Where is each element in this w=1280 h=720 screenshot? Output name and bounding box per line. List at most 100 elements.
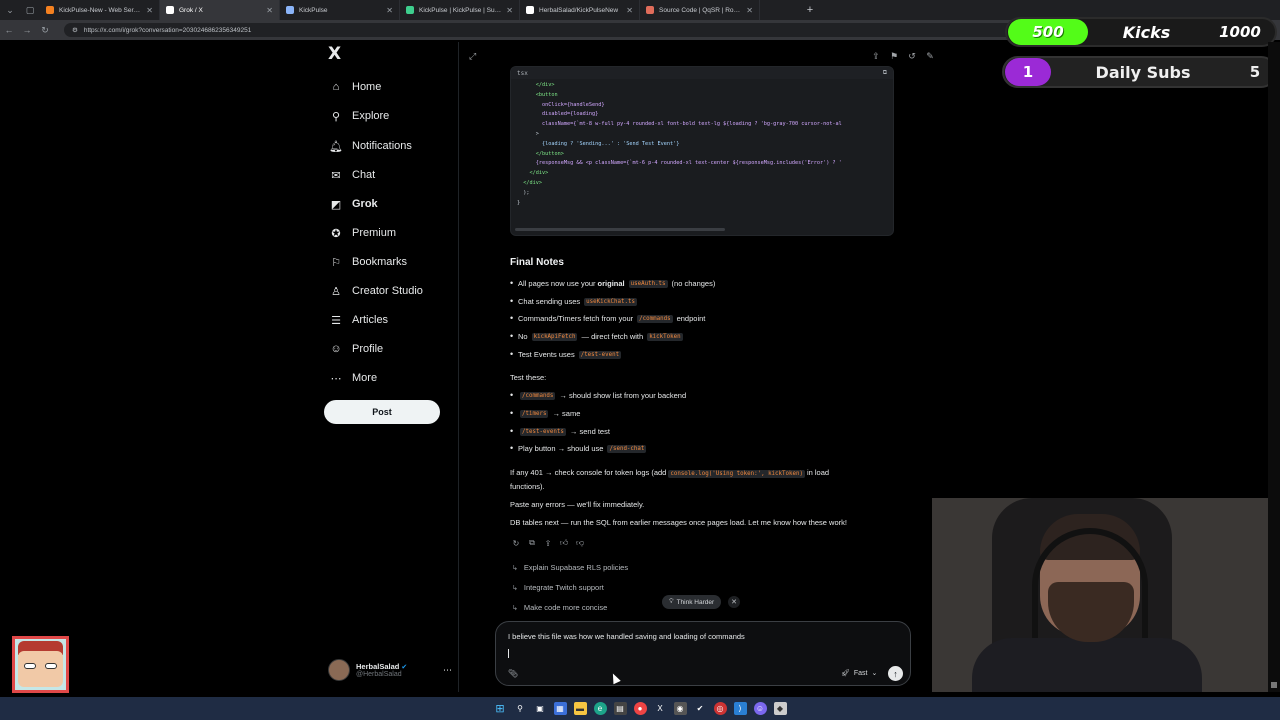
post-button[interactable]: Post: [324, 400, 440, 424]
mode-selector[interactable]: 🚀︎ Fast ⌄: [841, 669, 878, 678]
sidebar-item-bookmarks[interactable]: ⚐ Bookmarks: [330, 250, 407, 274]
task-view-icon[interactable]: ▣: [534, 702, 547, 715]
share-icon[interactable]: ⇪: [543, 538, 553, 548]
close-icon[interactable]: ✕: [266, 6, 273, 15]
composer-text[interactable]: I believe this file was how we handled s…: [508, 632, 745, 641]
copy-icon[interactable]: ⧉: [883, 70, 887, 77]
close-icon[interactable]: ✕: [146, 6, 153, 15]
expand-icon[interactable]: ⤢: [469, 51, 476, 62]
code-line: );: [517, 189, 530, 196]
close-icon[interactable]: ✕: [386, 6, 393, 15]
app-icon[interactable]: ◎: [713, 702, 727, 715]
close-icon[interactable]: ✕: [728, 596, 740, 608]
profile-icon: ☺: [330, 343, 342, 355]
suggestion-chip[interactable]: ↳ Integrate Twitch support: [512, 583, 604, 592]
window-icon[interactable]: ▢: [20, 0, 40, 20]
x-app-icon[interactable]: X: [654, 702, 667, 715]
url-text: https://x.com/i/grok?conversation=203024…: [83, 26, 252, 34]
back-icon[interactable]: ←: [4, 25, 14, 35]
list-text: — direct fetch with: [581, 332, 644, 341]
page-scrollbar[interactable]: [1268, 42, 1280, 692]
code-line: </div>: [517, 170, 549, 177]
reload-icon[interactable]: ↻: [40, 25, 50, 36]
obs-icon[interactable]: ◉: [673, 702, 687, 715]
edge-icon[interactable]: e: [593, 702, 607, 715]
sidebar-item-creator-studio[interactable]: ♙ Creator Studio: [330, 279, 423, 303]
mode-label: Fast: [853, 669, 868, 677]
suggestion-chip[interactable]: ↳ Make code more concise: [512, 603, 607, 612]
browser-tab[interactable]: KickPulse ✕: [280, 0, 400, 20]
account-switcher[interactable]: HerbalSalad ✔ @HerbalSalad ⋯: [328, 656, 452, 684]
code-line: disabled={loading}: [517, 111, 599, 118]
close-icon[interactable]: ✕: [626, 6, 633, 15]
share-icon[interactable]: ⇪: [870, 50, 882, 62]
inline-code: /send-chat: [607, 444, 647, 453]
url-input[interactable]: ⚙ https://x.com/i/grok?conversation=2030…: [64, 23, 1064, 37]
tab-favicon-icon: [406, 6, 414, 14]
arrow-return-icon: ↳: [512, 564, 518, 572]
copy-icon[interactable]: ⧉: [527, 538, 537, 548]
code-scrollbar[interactable]: [515, 228, 725, 231]
start-icon[interactable]: ⊞: [494, 702, 507, 715]
inline-code: /timers: [520, 409, 549, 418]
more-dots-icon[interactable]: ⋯: [443, 665, 452, 676]
list-item: /commands→ should show list from your ba…: [510, 390, 686, 400]
search-icon[interactable]: ⚲: [514, 702, 527, 715]
arrow-return-icon: ↳: [512, 584, 518, 592]
bookmark-icon[interactable]: ⚑: [888, 50, 900, 62]
bookmark-icon: ⚐: [331, 256, 341, 269]
send-button[interactable]: ↑: [888, 666, 903, 681]
file-explorer-icon[interactable]: ▬: [573, 702, 587, 715]
code-line: onClick={handleSend}: [517, 101, 605, 108]
thumbs-up-icon[interactable]: 👍︎: [559, 538, 569, 548]
sidebar-item-premium[interactable]: ✪ Premium: [330, 221, 396, 245]
thumbs-down-icon[interactable]: 👎︎: [575, 538, 585, 548]
sidebar-item-label: Home: [352, 81, 382, 93]
widgets-icon[interactable]: ▦: [553, 702, 567, 715]
browser-tab[interactable]: Grok / X ✕: [160, 0, 280, 20]
vscode-icon[interactable]: ⟩: [733, 702, 747, 715]
forward-icon[interactable]: →: [22, 25, 32, 35]
message-composer[interactable]: I believe this file was how we handled s…: [495, 621, 911, 686]
browser-tab[interactable]: HerbalSalad/KickPulseNew ✕: [520, 0, 640, 20]
code-line: >: [517, 130, 539, 137]
x-sidebar: X ⌂ Home ⚲ Explore 🔔︎ Notifications ✉ Chat ◩ Grok…: [320, 42, 458, 692]
sidebar-item-more[interactable]: ⋯ More: [330, 366, 378, 390]
new-chat-icon[interactable]: ✎: [924, 50, 936, 62]
browser-tab[interactable]: KickPulse | KickPulse | Supabase ✕: [400, 0, 520, 20]
chrome-icon[interactable]: ●: [633, 702, 647, 715]
sidebar-item-articles[interactable]: ☰ Articles: [330, 308, 388, 332]
browser-tab[interactable]: Source Code | QqSR | Rocket Pow ✕: [640, 0, 760, 20]
close-icon[interactable]: ✕: [746, 6, 753, 15]
sidebar-item-home[interactable]: ⌂ Home: [330, 75, 382, 99]
list-text: (no changes): [671, 279, 716, 288]
sidebar-item-chat[interactable]: ✉ Chat: [330, 163, 375, 187]
discord-icon[interactable]: ☺: [753, 702, 767, 715]
sidebar-item-notifications[interactable]: 🔔︎ Notifications: [329, 134, 412, 158]
checkmark-app-icon[interactable]: ✔: [694, 702, 707, 715]
store-icon[interactable]: ▤: [613, 702, 627, 715]
subs-current: 1: [1005, 58, 1051, 86]
tab-label: KickPulse-New - Web Service • Re: [59, 6, 142, 14]
tab-favicon-icon: [46, 6, 54, 14]
sidebar-item-profile[interactable]: ☺ Profile: [330, 337, 383, 361]
kicks-goal: 1000: [1219, 23, 1261, 41]
suggestion-chip[interactable]: ↳ Explain Supabase RLS policies: [512, 563, 628, 572]
history-icon[interactable]: ↺: [906, 50, 918, 62]
sidebar-item-explore[interactable]: ⚲ Explore: [330, 104, 389, 128]
chevron-down-icon: ⌄: [871, 670, 878, 677]
new-tab-button[interactable]: +: [800, 4, 820, 16]
x-logo[interactable]: X: [328, 44, 348, 64]
sidebar-divider: [458, 42, 459, 692]
site-info-icon[interactable]: ⚙: [72, 26, 78, 34]
tab-list-icon[interactable]: ⌄: [0, 0, 20, 20]
list-text: No: [518, 332, 528, 341]
think-harder-chip[interactable]: 💡︎ Think Harder: [662, 595, 722, 609]
sidebar-item-grok[interactable]: ◩ Grok: [330, 192, 378, 216]
attach-icon[interactable]: 📎︎: [508, 669, 518, 678]
lightbulb-icon: 💡︎: [669, 598, 674, 605]
game-app-icon[interactable]: ◆: [773, 702, 787, 715]
close-icon[interactable]: ✕: [506, 6, 513, 15]
regenerate-icon[interactable]: ↻: [511, 538, 521, 548]
browser-tab[interactable]: KickPulse-New - Web Service • Re ✕: [40, 0, 160, 20]
